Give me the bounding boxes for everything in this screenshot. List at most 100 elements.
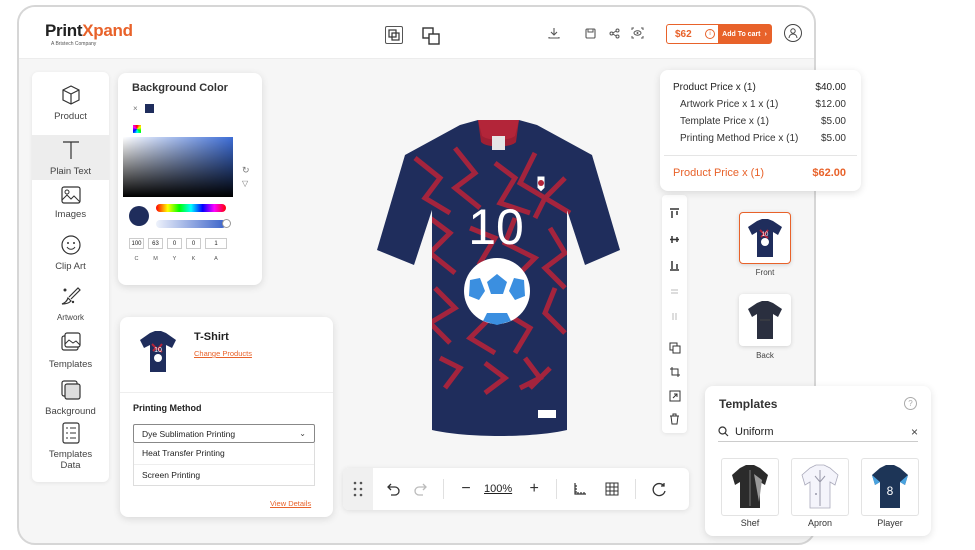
search-input[interactable]: Uniform (735, 426, 911, 438)
background-color-panel: Background Color × ↻ ▽ 100 63 0 0 1 C M … (118, 73, 262, 285)
saturation-picker[interactable] (123, 137, 233, 197)
divider (120, 392, 333, 393)
template-card-apron[interactable] (791, 458, 849, 516)
divider (635, 479, 637, 499)
templates-title: Templates (719, 397, 778, 411)
c-input[interactable]: 100 (129, 238, 144, 249)
templates-search: Uniform × (718, 422, 918, 442)
zoom-level[interactable]: 100% (484, 483, 512, 495)
printing-method-label: Printing Method (133, 403, 202, 413)
view-front-label: Front (755, 268, 775, 277)
view-details-link[interactable]: View Details (270, 499, 311, 508)
template-label-apron: Apron (807, 518, 833, 528)
sidebar-item-product[interactable]: Product (32, 84, 109, 122)
a-input[interactable]: 1 (205, 238, 227, 249)
price-row-label: Template Price x (1) (680, 116, 769, 127)
help-icon[interactable]: ? (904, 397, 917, 410)
share-icon[interactable] (607, 26, 621, 40)
templates-data-icon (61, 422, 80, 444)
copy-icon[interactable] (668, 341, 681, 354)
option-screen-printing[interactable]: Screen Printing (134, 464, 314, 485)
template-label-shef: Shef (740, 518, 760, 528)
sidebar-item-artwork[interactable]: Artwork (32, 284, 109, 322)
top-bar: PrintXpand A Bristech Company $62 i Add … (19, 7, 814, 59)
smiley-icon (60, 235, 81, 255)
eyedropper-icon[interactable]: ▽ (242, 179, 248, 188)
resize-icon[interactable] (668, 389, 681, 402)
grid-icon[interactable] (603, 482, 621, 496)
ruler-icon[interactable] (571, 482, 589, 496)
template-card-player[interactable]: 8 (861, 458, 919, 516)
printing-method-select[interactable]: Dye Sublimation Printing ⌄ (133, 424, 315, 443)
chevron-down-icon: ⌄ (299, 429, 306, 438)
align-middle-icon[interactable] (668, 233, 681, 246)
user-avatar-icon[interactable] (784, 24, 802, 42)
background-icon (60, 380, 81, 400)
trash-icon[interactable] (668, 412, 681, 425)
sidebar-item-background[interactable]: Background (32, 379, 109, 417)
price-cart-box: $62 i Add To cart › (666, 24, 772, 44)
chevron-right-icon: › (764, 30, 767, 38)
color-wheel-icon[interactable] (133, 125, 141, 133)
reset-icon[interactable] (650, 482, 668, 497)
redo-icon[interactable] (411, 482, 429, 496)
close-icon[interactable]: × (133, 104, 138, 113)
view-back-thumb[interactable] (739, 294, 791, 346)
align-bottom-icon[interactable] (668, 259, 681, 272)
svg-text:10: 10 (762, 232, 769, 238)
current-color-swatch[interactable] (145, 104, 154, 113)
sidebar-item-images[interactable]: Images (32, 186, 109, 220)
cmyk-inputs: 100 63 0 0 1 (129, 238, 227, 249)
price-total-value: $62.00 (812, 167, 846, 179)
artwork-icon (61, 287, 81, 305)
sidebar-item-templates[interactable]: Templates (32, 332, 109, 370)
distribute-horizontal-icon[interactable] (668, 285, 681, 298)
alignment-toolbar (662, 195, 687, 433)
alpha-handle[interactable] (222, 219, 231, 228)
sidebar-item-clip-art[interactable]: Clip Art (32, 234, 109, 272)
text-icon (62, 141, 79, 159)
alpha-slider[interactable] (156, 220, 226, 228)
product-panel: 10 T-Shirt Change Products Printing Meth… (120, 317, 333, 517)
y-input[interactable]: 0 (167, 238, 182, 249)
templates-panel: Templates ? Uniform × Shef Apron 8 Playe… (705, 386, 931, 536)
k-input[interactable]: 0 (186, 238, 201, 249)
jersey-number: 10 (468, 199, 524, 255)
crop-icon[interactable] (668, 365, 681, 378)
left-sidebar: Product Plain Text Images Clip Art Artwo… (32, 72, 109, 482)
zoom-in-icon[interactable]: + (526, 480, 542, 498)
sidebar-item-templates-data[interactable]: Templates Data (32, 422, 109, 471)
price-total-label: Product Price x (1) (673, 167, 765, 179)
duplicate-icon[interactable] (421, 26, 441, 46)
printing-method-options: Heat Transfer Printing Screen Printing (133, 443, 315, 486)
align-top-icon[interactable] (668, 207, 681, 220)
m-input[interactable]: 63 (148, 238, 163, 249)
add-to-cart-button[interactable]: Add To cart › (718, 25, 771, 43)
drag-handle-icon[interactable] (343, 468, 373, 510)
price-row-value: $40.00 (815, 82, 846, 93)
view-front-thumb[interactable]: 10 (739, 212, 791, 264)
distribute-vertical-icon[interactable] (668, 310, 681, 323)
svg-text:8: 8 (887, 484, 894, 498)
preview-icon[interactable] (630, 26, 644, 40)
layers-front-icon[interactable] (385, 26, 403, 44)
save-icon[interactable] (583, 26, 597, 40)
cube-icon (61, 85, 80, 105)
zoom-out-icon[interactable]: − (458, 480, 474, 498)
hue-slider[interactable] (156, 204, 226, 212)
price-value[interactable]: $62 (667, 29, 705, 40)
divider (664, 155, 857, 156)
change-products-link[interactable]: Change Products (194, 349, 252, 358)
download-icon[interactable] (547, 26, 561, 40)
clear-search-icon[interactable]: × (911, 425, 918, 439)
option-heat-transfer[interactable]: Heat Transfer Printing (134, 443, 314, 464)
undo-icon[interactable] (385, 482, 403, 496)
background-color-title: Background Color (132, 82, 228, 94)
sidebar-item-plain-text[interactable]: Plain Text (32, 135, 109, 180)
info-icon[interactable]: i (705, 29, 715, 39)
design-canvas[interactable]: 10 (375, 118, 622, 438)
price-row-value: $5.00 (820, 133, 846, 144)
template-card-shef[interactable] (721, 458, 779, 516)
refresh-icon[interactable]: ↻ (242, 165, 250, 176)
logo: PrintXpand (45, 21, 133, 40)
